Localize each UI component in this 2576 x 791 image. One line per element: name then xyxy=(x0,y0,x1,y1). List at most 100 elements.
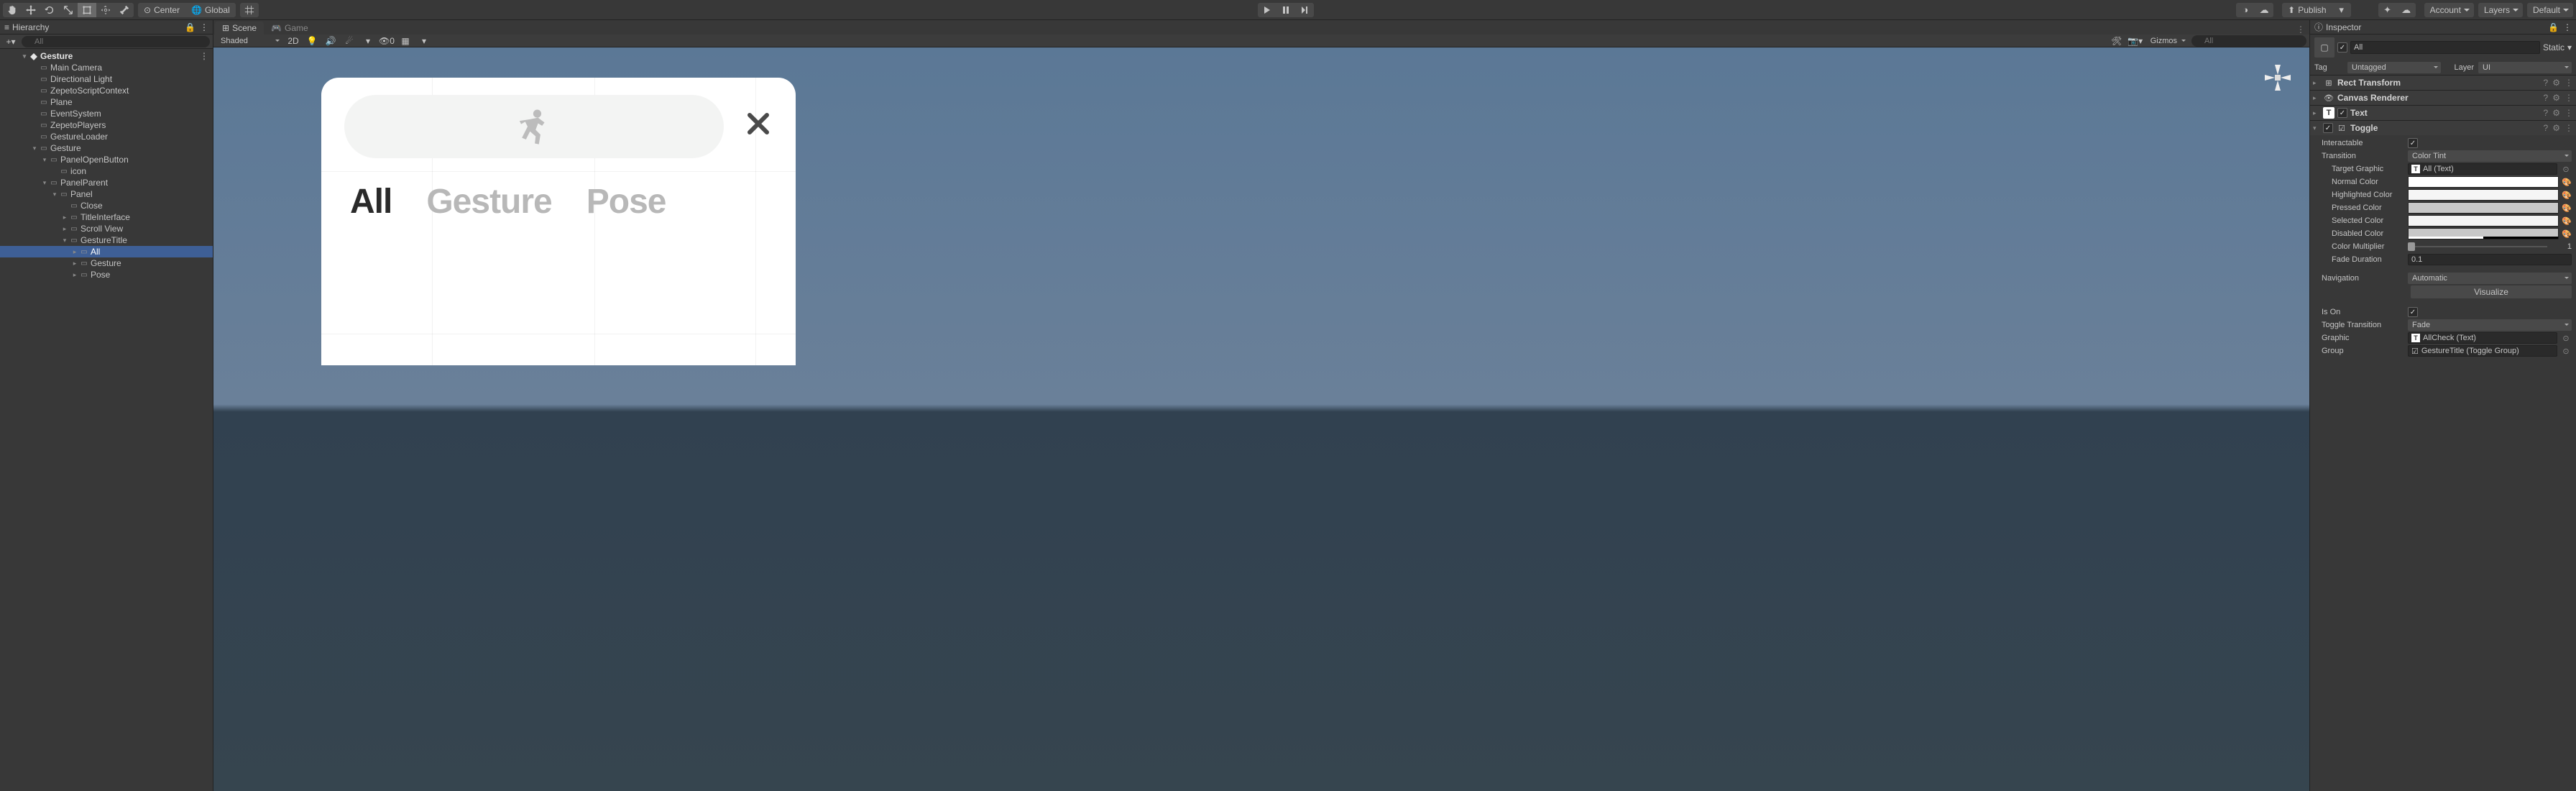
tag-dropdown[interactable]: Untagged xyxy=(2347,62,2441,73)
transition-dropdown[interactable]: Color Tint xyxy=(2408,150,2572,162)
object-picker-icon[interactable]: ⊙ xyxy=(2560,165,2572,174)
lock-icon[interactable]: 🔒 xyxy=(2548,22,2559,32)
text-enabled-checkbox[interactable]: ✓ xyxy=(2337,108,2347,118)
hierarchy-item[interactable]: ▭icon xyxy=(0,165,213,177)
fx-drop-icon[interactable]: ▾ xyxy=(360,35,376,47)
rect-tool[interactable] xyxy=(78,3,96,17)
help-icon[interactable]: ? xyxy=(2544,78,2549,88)
navigation-dropdown[interactable]: Automatic xyxy=(2408,273,2572,284)
color-picker-icon[interactable]: 🎨 xyxy=(2562,191,2572,200)
snap-toggle[interactable] xyxy=(240,3,259,17)
interactable-checkbox[interactable]: ✓ xyxy=(2408,138,2418,148)
visualize-button[interactable]: Visualize xyxy=(2411,285,2572,298)
grid-icon[interactable]: ▦ xyxy=(397,35,413,47)
space-toggle[interactable]: 🌐Global xyxy=(185,3,236,17)
pause-button[interactable] xyxy=(1276,3,1295,17)
account-dropdown[interactable]: Account xyxy=(2424,3,2474,17)
scene-viewport[interactable]: All Gesture Pose xyxy=(213,47,2309,791)
hierarchy-search[interactable] xyxy=(22,36,210,47)
color-picker-icon[interactable]: 🎨 xyxy=(2562,204,2572,213)
color-picker-icon[interactable]: 🎨 xyxy=(2562,216,2572,226)
highlighted-color-swatch[interactable] xyxy=(2408,189,2559,201)
close-button[interactable] xyxy=(741,106,776,141)
static-dropdown-icon[interactable]: ▾ xyxy=(2567,42,2572,52)
more-icon[interactable]: ⋮ xyxy=(2564,93,2573,103)
undo-history-icon[interactable]: ✦ xyxy=(2378,3,2397,17)
toggle-gesture[interactable]: Gesture xyxy=(426,182,551,221)
audio-icon[interactable]: 🔊 xyxy=(323,35,339,47)
disabled-color-swatch[interactable] xyxy=(2408,228,2559,239)
hierarchy-item[interactable]: ▾▭Panel xyxy=(0,188,213,200)
publish-button[interactable]: ⬆Publish xyxy=(2282,3,2332,17)
more-icon[interactable]: ⋮ xyxy=(2564,78,2573,88)
grid-drop-icon[interactable]: ▾ xyxy=(416,35,432,47)
hierarchy-item[interactable]: ▭Main Camera xyxy=(0,62,213,73)
hierarchy-item[interactable]: ▭Close xyxy=(0,200,213,211)
toggle-header[interactable]: ▾ ✓ ☑ Toggle ?⚙⋮ xyxy=(2310,121,2576,135)
2d-toggle[interactable]: 2D xyxy=(285,35,301,47)
create-dropdown[interactable]: +▾ xyxy=(3,36,19,47)
hierarchy-item[interactable]: ▾▭PanelParent xyxy=(0,177,213,188)
lock-icon[interactable]: 🔒 xyxy=(185,22,196,32)
object-picker-icon[interactable]: ⊙ xyxy=(2560,347,2572,356)
rect-transform-header[interactable]: ▸ ⊞ Rect Transform ?⚙⋮ xyxy=(2310,76,2576,90)
text-header[interactable]: ▸ T ✓ Text ?⚙⋮ xyxy=(2310,106,2576,120)
menu-icon[interactable]: ⋮ xyxy=(200,22,208,32)
services-icon[interactable]: ☁ xyxy=(2255,3,2273,17)
scale-tool[interactable] xyxy=(59,3,78,17)
hierarchy-item[interactable]: ▭Plane xyxy=(0,96,213,108)
layout-dropdown[interactable]: Default xyxy=(2527,3,2573,17)
hierarchy-item[interactable]: ▸▭Pose xyxy=(0,269,213,280)
hierarchy-item[interactable]: ▸▭Scroll View xyxy=(0,223,213,234)
canvas-renderer-header[interactable]: ▸ 👁 Canvas Renderer ?⚙⋮ xyxy=(2310,91,2576,105)
fade-duration-field[interactable] xyxy=(2408,254,2572,265)
hierarchy-item[interactable]: ▸▭TitleInterface xyxy=(0,211,213,223)
tools-icon[interactable]: 🛠 xyxy=(2109,35,2125,47)
layers-dropdown[interactable]: Layers xyxy=(2478,3,2523,17)
hierarchy-item[interactable]: ▭EventSystem xyxy=(0,108,213,119)
color-picker-icon[interactable]: 🎨 xyxy=(2562,178,2572,187)
hierarchy-item[interactable]: ▾▭GestureTitle xyxy=(0,234,213,246)
scene-search[interactable] xyxy=(2191,35,2306,47)
step-button[interactable] xyxy=(1295,3,1314,17)
more-icon[interactable]: ⋮ xyxy=(2564,108,2573,118)
toggle-enabled-checkbox[interactable]: ✓ xyxy=(2323,123,2333,133)
custom-tools[interactable] xyxy=(115,3,134,17)
toggle-transition-dropdown[interactable]: Fade xyxy=(2408,319,2572,331)
orientation-gizmo[interactable] xyxy=(2259,59,2296,96)
gameobject-name-field[interactable] xyxy=(2350,41,2540,54)
color-mult-slider[interactable]: 1 xyxy=(2408,242,2572,251)
move-tool[interactable] xyxy=(22,3,40,17)
scene-row[interactable]: ▾◆Gesture⋮ xyxy=(0,50,213,62)
preset-icon[interactable]: ⚙ xyxy=(2552,108,2560,118)
pivot-toggle[interactable]: ⊙Center xyxy=(138,3,185,17)
transform-tool-combo[interactable] xyxy=(96,3,115,17)
publish-dropdown[interactable]: ▾ xyxy=(2332,3,2351,17)
color-picker-icon[interactable]: 🎨 xyxy=(2562,229,2572,239)
help-icon[interactable]: ? xyxy=(2544,93,2549,103)
hierarchy-item[interactable]: ▾▭PanelOpenButton xyxy=(0,154,213,165)
game-tab[interactable]: 🎮Game xyxy=(264,22,316,35)
pressed-color-swatch[interactable] xyxy=(2408,202,2559,214)
preset-icon[interactable]: ⚙ xyxy=(2552,123,2560,133)
lighting-icon[interactable]: 💡 xyxy=(304,35,320,47)
help-icon[interactable]: ? xyxy=(2544,123,2549,133)
hidden-objects[interactable]: 👁0 xyxy=(379,35,395,47)
hierarchy-item[interactable]: ▸▭Gesture xyxy=(0,257,213,269)
scene-tab[interactable]: ⊞Scene xyxy=(215,22,264,35)
preset-icon[interactable]: ⚙ xyxy=(2552,93,2560,103)
menu-icon[interactable]: ⋮ xyxy=(2563,22,2572,32)
target-graphic-field[interactable]: TAll (Text) xyxy=(2408,163,2557,175)
active-checkbox[interactable]: ✓ xyxy=(2337,42,2347,52)
rotate-tool[interactable] xyxy=(40,3,59,17)
cloud-icon[interactable]: ☁ xyxy=(2397,3,2416,17)
hand-tool[interactable] xyxy=(3,3,22,17)
more-icon[interactable]: ⋮ xyxy=(2564,123,2573,133)
hierarchy-item[interactable]: ▾▭Gesture xyxy=(0,142,213,154)
shading-dropdown[interactable]: Shaded xyxy=(216,35,282,47)
hierarchy-item[interactable]: ▭ZepetoScriptContext xyxy=(0,85,213,96)
hierarchy-item[interactable]: ▸▭All xyxy=(0,246,213,257)
gizmos-dropdown[interactable]: Gizmos xyxy=(2146,35,2189,47)
preset-icon[interactable]: ⚙ xyxy=(2552,78,2560,88)
hierarchy-item[interactable]: ▭ZepetoPlayers xyxy=(0,119,213,131)
